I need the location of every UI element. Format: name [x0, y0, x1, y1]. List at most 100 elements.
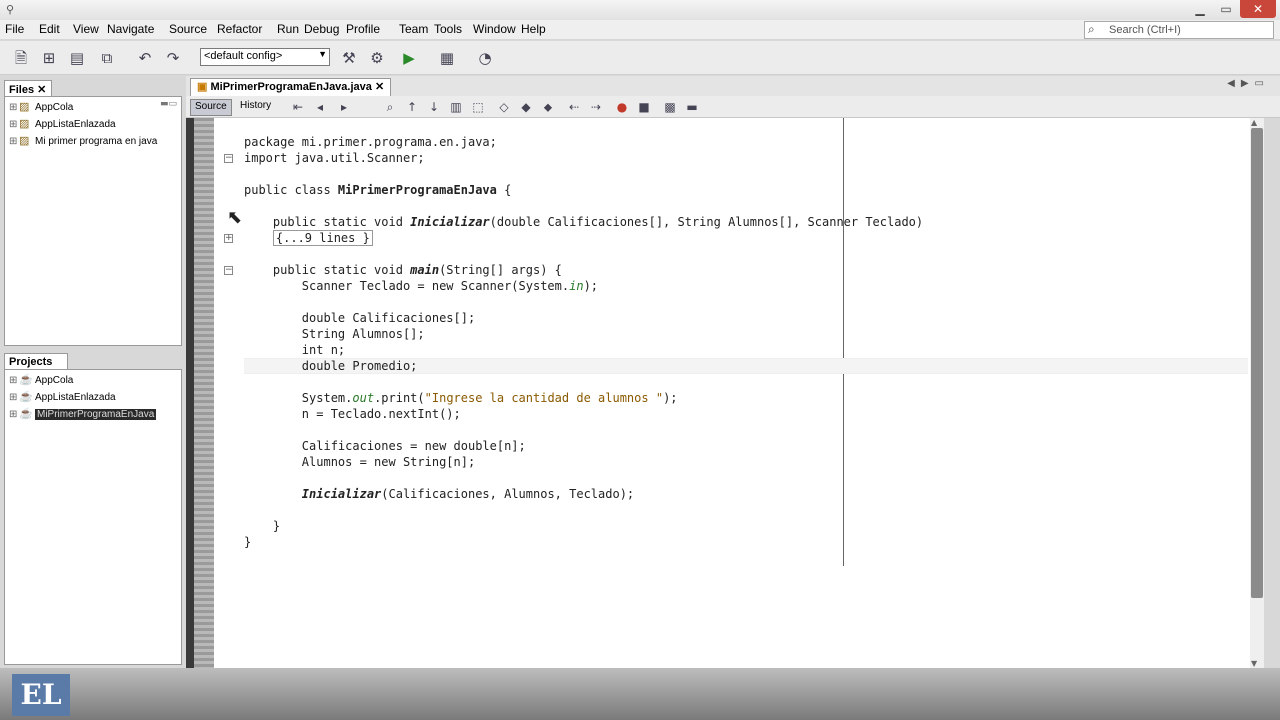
- code-line: Calificaciones = new double[n];: [244, 439, 526, 453]
- menu-window[interactable]: Window: [473, 22, 516, 36]
- vertical-scrollbar[interactable]: ▲ ▼: [1250, 118, 1264, 668]
- expand-icon[interactable]: ⊞: [9, 119, 19, 130]
- menu-debug[interactable]: Debug: [304, 22, 339, 36]
- menu-view[interactable]: View: [73, 22, 99, 36]
- shift-right-icon[interactable]: ⇢: [588, 99, 604, 115]
- menu-source[interactable]: Source: [169, 22, 207, 36]
- code-token: (double Calificaciones[], String Alumnos…: [489, 215, 924, 229]
- history-view-button[interactable]: History: [236, 99, 275, 116]
- editor-left-margin: [186, 118, 194, 668]
- find-previous-icon[interactable]: ↑: [404, 99, 420, 115]
- code-line: String Alumnos[];: [244, 327, 425, 341]
- menu-profile[interactable]: Profile: [346, 22, 380, 36]
- code-line: public static void main(String[] args) {: [244, 262, 562, 278]
- code-token: out: [352, 391, 375, 405]
- menu-edit[interactable]: Edit: [39, 22, 60, 36]
- toggle-highlight-icon[interactable]: ▥: [448, 99, 464, 115]
- tab-navigation-icons[interactable]: ◀▶▭: [1227, 78, 1270, 89]
- next-bookmark-icon[interactable]: ◆: [518, 99, 534, 115]
- close-icon[interactable]: ✕: [375, 81, 384, 93]
- build-hammer-icon[interactable]: ⚒: [338, 48, 360, 68]
- mouse-pointer-icon: ⬉: [227, 207, 243, 228]
- expand-icon[interactable]: ⊞: [9, 375, 19, 386]
- new-file-icon[interactable]: 🗎: [10, 48, 32, 68]
- close-button[interactable]: ✕: [1240, 0, 1276, 18]
- tree-item[interactable]: ⊞ ▨ AppListaEnlazada: [9, 117, 116, 133]
- back-icon[interactable]: ◂: [312, 99, 328, 115]
- save-all-icon[interactable]: ⧉: [96, 48, 118, 68]
- menu-tools[interactable]: Tools: [434, 22, 462, 36]
- expand-icon[interactable]: ⊞: [9, 136, 19, 147]
- profile-icon[interactable]: ◔: [474, 48, 496, 68]
- uncomment-icon[interactable]: ▬: [684, 99, 700, 115]
- config-select-value: <default config>: [204, 50, 283, 62]
- folded-code-block[interactable]: {...9 lines }: [272, 230, 373, 246]
- scroll-down-icon[interactable]: ▼: [1251, 659, 1257, 668]
- start-macro-icon[interactable]: ●: [614, 99, 630, 115]
- expand-icon[interactable]: ⊞: [9, 392, 19, 403]
- editor-tabbar: ▣ MiPrimerProgramaEnJava.java ✕ ◀▶▭: [186, 76, 1280, 96]
- tree-item[interactable]: ⊞ ☕ AppListaEnlazada: [9, 390, 116, 406]
- folder-icon: ▨: [19, 101, 30, 113]
- project-icon: ☕: [19, 391, 33, 403]
- clean-build-icon[interactable]: ⚙: [366, 48, 388, 68]
- fold-expand-icon[interactable]: +: [224, 234, 233, 243]
- menu-help[interactable]: Help: [521, 22, 546, 36]
- menu-file[interactable]: File: [5, 22, 24, 36]
- code-token: public class: [244, 183, 338, 197]
- minimize-button[interactable]: ▁: [1188, 0, 1212, 18]
- toggle-bookmark-icon[interactable]: ⬥: [540, 99, 556, 115]
- expand-icon[interactable]: ⊞: [9, 102, 19, 113]
- menu-refactor[interactable]: Refactor: [217, 22, 262, 36]
- tree-item[interactable]: ⊞ ▨ AppCola: [9, 100, 73, 116]
- shift-left-icon[interactable]: ⇠: [566, 99, 582, 115]
- redo-icon[interactable]: ↷: [162, 48, 184, 68]
- toggle-rect-select-icon[interactable]: ⬚: [470, 99, 486, 115]
- tree-item-selected[interactable]: ⊞ ☕ MiPrimerProgramaEnJava: [9, 407, 157, 423]
- debug-icon[interactable]: ▦: [436, 48, 458, 68]
- code-token: {: [496, 183, 512, 197]
- stop-macro-icon[interactable]: ■: [636, 99, 652, 115]
- scrollbar-thumb[interactable]: [1251, 128, 1263, 598]
- code-token: public static void: [244, 263, 411, 277]
- fold-collapse-icon[interactable]: −: [224, 266, 233, 275]
- code-token: main: [410, 263, 440, 277]
- find-next-icon[interactable]: ↓: [426, 99, 442, 115]
- tree-item-label: AppCola: [35, 102, 74, 113]
- new-project-icon[interactable]: ⊞: [38, 48, 60, 68]
- comment-icon[interactable]: ▩: [662, 99, 678, 115]
- run-icon[interactable]: ▶: [398, 48, 420, 68]
- last-edit-icon[interactable]: ⇤: [290, 99, 306, 115]
- source-view-button[interactable]: Source: [190, 99, 232, 116]
- maximize-button[interactable]: ▭: [1214, 0, 1238, 18]
- config-select[interactable]: <default config> ▼: [200, 48, 330, 66]
- editor-file-tab[interactable]: ▣ MiPrimerProgramaEnJava.java ✕: [190, 78, 392, 96]
- scroll-up-icon[interactable]: ▲: [1251, 118, 1257, 127]
- tree-item[interactable]: ⊞ ▨ Mi primer programa en java: [9, 134, 157, 150]
- fold-collapse-icon[interactable]: −: [224, 154, 233, 163]
- channel-logo: EL: [12, 674, 70, 716]
- forward-icon[interactable]: ▸: [336, 99, 352, 115]
- menu-team[interactable]: Team: [399, 22, 428, 36]
- code-line: public class MiPrimerProgramaEnJava {: [244, 182, 511, 198]
- undo-icon[interactable]: ↶: [134, 48, 156, 68]
- menu-navigate[interactable]: Navigate: [107, 22, 154, 36]
- code-line: int n;: [244, 343, 346, 357]
- panel-minimize-icon[interactable]: ▬▭: [160, 99, 177, 109]
- previous-bookmark-icon[interactable]: ◇: [496, 99, 512, 115]
- projects-panel: ⊞ ☕ AppCola ⊞ ☕ AppListaEnlazada ⊞ ☕ MiPrimerP…: [4, 369, 182, 665]
- menu-run[interactable]: Run: [277, 22, 299, 36]
- code-line: Scanner Teclado = new Scanner(System.in)…: [244, 278, 598, 294]
- code-line: Alumnos = new String[n];: [244, 455, 476, 469]
- editor-toolbar: Source History ⇤ ◂ ▸ ⌕ ↑ ↓ ▥ ⬚ ◇ ◆ ⬥ ⇠ ⇢…: [186, 96, 1280, 118]
- open-project-icon[interactable]: ▤: [66, 48, 88, 68]
- find-icon[interactable]: ⌕: [382, 99, 398, 115]
- tree-item-label: AppCola: [35, 375, 74, 386]
- search-input[interactable]: ⌕ Search (Ctrl+I): [1084, 21, 1274, 39]
- expand-icon[interactable]: ⊞: [9, 409, 19, 420]
- tree-item[interactable]: ⊞ ☕ AppCola: [9, 373, 73, 389]
- projects-tab-label: Projects: [9, 356, 53, 368]
- code-editor[interactable]: − + − package mi.primer.programa.en.java…: [214, 118, 1250, 668]
- close-icon[interactable]: ✕: [37, 84, 46, 96]
- code-token: System.: [244, 391, 353, 405]
